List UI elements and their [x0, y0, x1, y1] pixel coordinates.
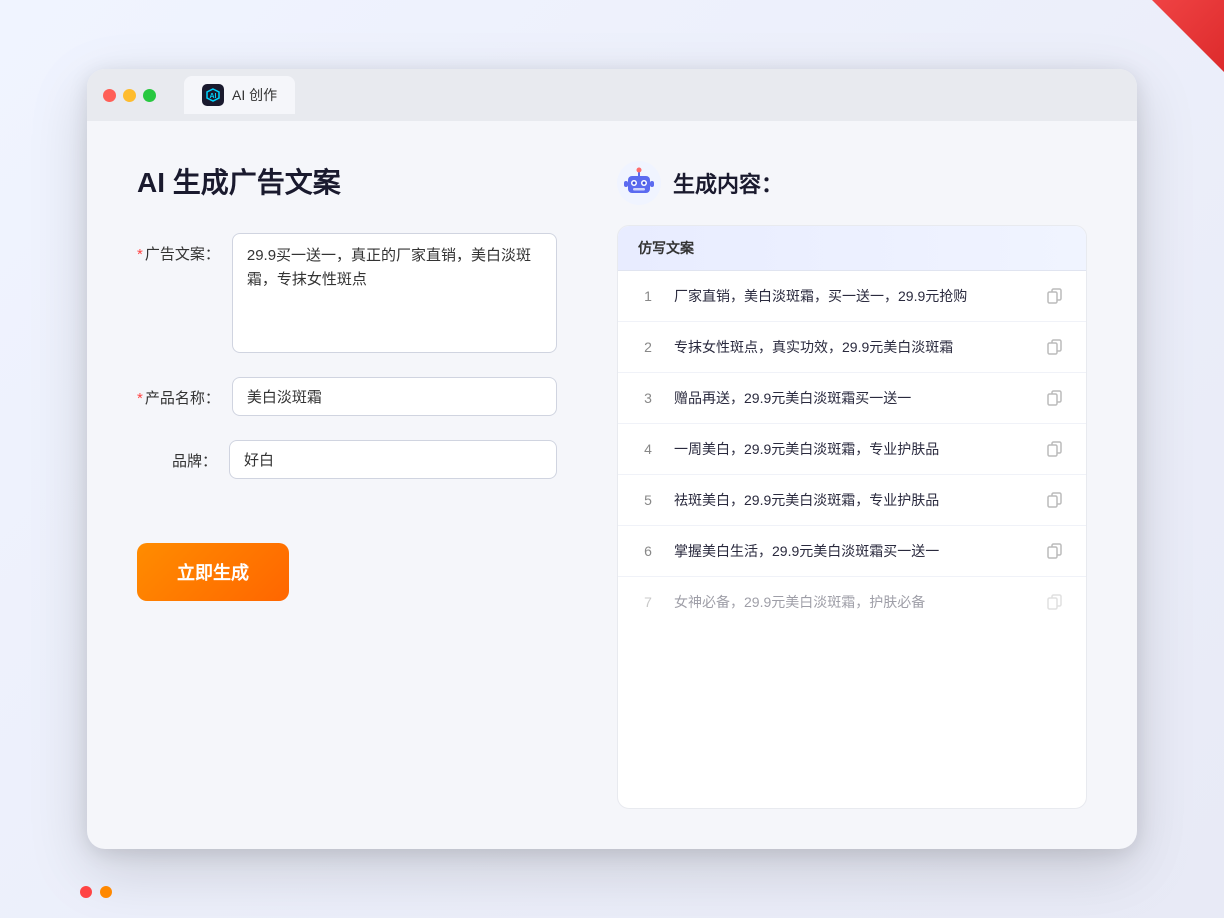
results-container: 仿写文案 1 厂家直销，美白淡斑霜，买一送一，29.9元抢购 2 专抹女性斑点，真实…: [617, 225, 1087, 809]
product-name-label: *产品名称：: [137, 377, 220, 408]
copy-button[interactable]: [1044, 387, 1066, 409]
result-item: 1 厂家直销，美白淡斑霜，买一送一，29.9元抢购: [618, 271, 1086, 322]
right-header: 生成内容：: [617, 161, 1087, 205]
result-number: 7: [638, 594, 658, 610]
result-item: 3 赠品再送，29.9元美白淡斑霜买一送一: [618, 373, 1086, 424]
right-title: 生成内容：: [673, 167, 783, 199]
minimize-button[interactable]: [123, 89, 136, 102]
results-header: 仿写文案: [618, 226, 1086, 271]
tab-label: AI 创作: [232, 85, 277, 105]
result-item: 5 祛斑美白，29.9元美白淡斑霜，专业护肤品: [618, 475, 1086, 526]
result-item: 4 一周美白，29.9元美白淡斑霜，专业护肤品: [618, 424, 1086, 475]
traffic-lights: [103, 89, 156, 102]
maximize-button[interactable]: [143, 89, 156, 102]
ad-copy-input[interactable]: [232, 233, 557, 353]
title-bar: AI AI 创作: [87, 69, 1137, 121]
ad-copy-required-star: *: [137, 246, 143, 263]
ai-create-tab[interactable]: AI AI 创作: [184, 76, 295, 114]
left-panel: AI 生成广告文案 *广告文案： *产品名称： 品牌： 立: [137, 161, 557, 809]
result-text: 专抹女性斑点，真实功效，29.9元美白淡斑霜: [674, 337, 1028, 358]
copy-button[interactable]: [1044, 591, 1066, 613]
result-item: 7 女神必备，29.9元美白淡斑霜，护肤必备: [618, 577, 1086, 627]
result-item: 6 掌握美白生活，29.9元美白淡斑霜买一送一: [618, 526, 1086, 577]
brand-row: 品牌：: [137, 440, 557, 479]
copy-button[interactable]: [1044, 336, 1066, 358]
brand-label: 品牌：: [137, 440, 217, 471]
copy-button[interactable]: [1044, 540, 1066, 562]
copy-button[interactable]: [1044, 438, 1066, 460]
result-item: 2 专抹女性斑点，真实功效，29.9元美白淡斑霜: [618, 322, 1086, 373]
result-text: 女神必备，29.9元美白淡斑霜，护肤必备: [674, 592, 1028, 613]
product-name-row: *产品名称：: [137, 377, 557, 416]
generate-button[interactable]: 立即生成: [137, 543, 289, 601]
product-required-star: *: [137, 390, 143, 407]
result-text: 掌握美白生活，29.9元美白淡斑霜买一送一: [674, 541, 1028, 562]
result-text: 一周美白，29.9元美白淡斑霜，专业护肤品: [674, 439, 1028, 460]
tab-icon: AI: [202, 84, 224, 106]
result-text: 厂家直销，美白淡斑霜，买一送一，29.9元抢购: [674, 286, 1028, 307]
product-name-input[interactable]: [232, 377, 557, 416]
result-number: 6: [638, 543, 658, 559]
robot-icon: [617, 161, 661, 205]
browser-window: AI AI 创作 AI 生成广告文案 *广告文案： *产品名称：: [87, 69, 1137, 849]
close-button[interactable]: [103, 89, 116, 102]
brand-input[interactable]: [229, 440, 557, 479]
results-list: 1 厂家直销，美白淡斑霜，买一送一，29.9元抢购 2 专抹女性斑点，真实功效，29…: [618, 271, 1086, 627]
ad-copy-row: *广告文案：: [137, 233, 557, 353]
result-number: 4: [638, 441, 658, 457]
page-title: AI 生成广告文案: [137, 161, 557, 201]
ad-copy-label: *广告文案：: [137, 233, 220, 264]
result-number: 1: [638, 288, 658, 304]
result-text: 祛斑美白，29.9元美白淡斑霜，专业护肤品: [674, 490, 1028, 511]
main-content: AI 生成广告文案 *广告文案： *产品名称： 品牌： 立: [87, 121, 1137, 849]
svg-text:AI: AI: [210, 93, 217, 100]
result-number: 2: [638, 339, 658, 355]
result-text: 赠品再送，29.9元美白淡斑霜买一送一: [674, 388, 1028, 409]
copy-button[interactable]: [1044, 489, 1066, 511]
copy-button[interactable]: [1044, 285, 1066, 307]
result-number: 3: [638, 390, 658, 406]
right-panel: 生成内容： 仿写文案 1 厂家直销，美白淡斑霜，买一送一，29.9元抢购 2 专抹女…: [617, 161, 1087, 809]
result-number: 5: [638, 492, 658, 508]
